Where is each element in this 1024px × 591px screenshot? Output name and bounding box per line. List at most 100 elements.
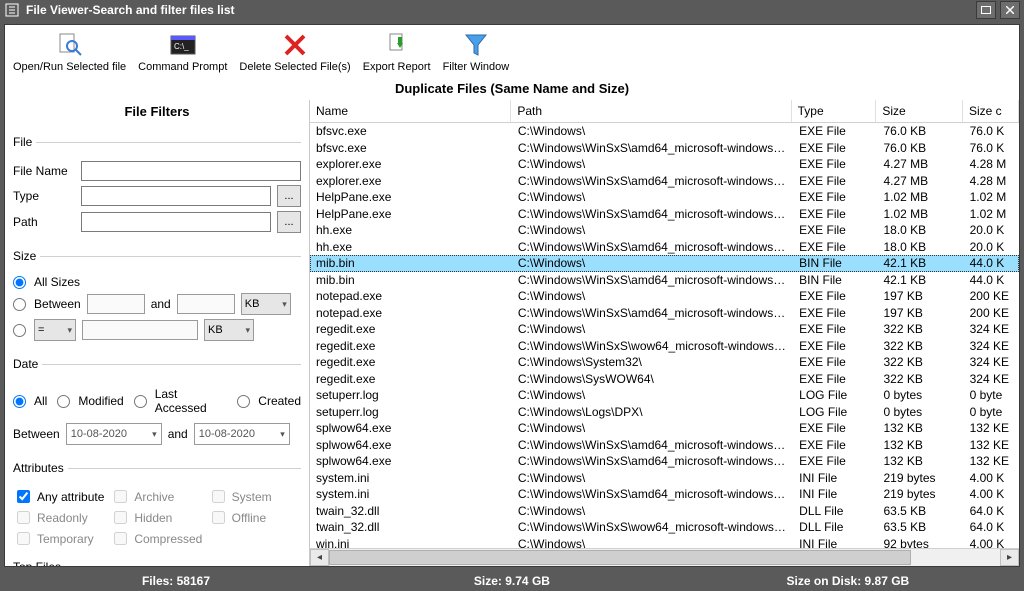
attr-system-checkbox[interactable] <box>212 490 225 503</box>
date-from-picker[interactable]: 10-08-2020▾ <box>66 423 162 445</box>
status-size: Size: 9.74 GB <box>344 574 680 588</box>
open-run-button[interactable]: Open/Run Selected file <box>9 29 130 73</box>
size-between-label: Between <box>34 297 81 311</box>
cell-sod: 44.0 K <box>964 273 1019 287</box>
chevron-down-icon: ▾ <box>280 429 285 440</box>
type-input[interactable] <box>81 186 271 206</box>
attr-archive-checkbox[interactable] <box>114 490 127 503</box>
type-browse-button[interactable]: ... <box>277 185 301 207</box>
table-row[interactable]: setuperr.logC:\Windows\Logs\DPX\LOG File… <box>310 404 1019 421</box>
status-disk: Size on Disk: 9.87 GB <box>680 574 1016 588</box>
chevron-down-icon: ▾ <box>152 429 157 440</box>
table-row[interactable]: twain_32.dllC:\Windows\DLL File63.5 KB64… <box>310 503 1019 520</box>
table-row[interactable]: win.iniC:\Windows\INI File92 bytes4.00 K <box>310 536 1019 549</box>
table-row[interactable]: regedit.exeC:\Windows\WinSxS\wow64_micro… <box>310 338 1019 355</box>
grid-body[interactable]: bfsvc.exeC:\Windows\EXE File76.0 KB76.0 … <box>310 123 1019 548</box>
cell-sod: 132 KE <box>964 438 1019 452</box>
cell-sod: 4.00 K <box>964 471 1019 485</box>
date-lastaccessed-radio[interactable] <box>134 395 147 408</box>
cell-name: twain_32.dll <box>310 504 512 518</box>
path-browse-button[interactable]: ... <box>277 211 301 233</box>
size-from-input[interactable] <box>87 294 145 314</box>
horizontal-scrollbar[interactable]: ◂ ▸ <box>310 548 1019 566</box>
cell-size: 132 KB <box>877 438 963 452</box>
size-between-radio[interactable] <box>13 298 26 311</box>
terminal-icon: C:\_ <box>169 31 197 59</box>
attr-any-checkbox[interactable] <box>17 490 30 503</box>
table-row[interactable]: notepad.exeC:\Windows\EXE File197 KB200 … <box>310 288 1019 305</box>
filter-window-button[interactable]: Filter Window <box>439 29 514 73</box>
table-row[interactable]: splwow64.exeC:\Windows\WinSxS\amd64_micr… <box>310 437 1019 454</box>
table-row[interactable]: regedit.exeC:\Windows\SysWOW64\EXE File3… <box>310 371 1019 388</box>
cell-path: C:\Windows\ <box>512 322 793 336</box>
export-report-button[interactable]: Export Report <box>359 29 435 73</box>
size-compare-radio[interactable] <box>13 324 26 337</box>
size-compare-select[interactable]: =▾ <box>34 319 76 341</box>
table-row[interactable]: explorer.exeC:\Windows\WinSxS\amd64_micr… <box>310 173 1019 190</box>
table-row[interactable]: system.iniC:\Windows\INI File219 bytes4.… <box>310 470 1019 487</box>
table-row[interactable]: bfsvc.exeC:\Windows\WinSxS\amd64_microso… <box>310 140 1019 157</box>
table-row[interactable]: explorer.exeC:\Windows\EXE File4.27 MB4.… <box>310 156 1019 173</box>
col-type[interactable]: Type <box>792 100 877 122</box>
cell-path: C:\Windows\ <box>512 537 793 548</box>
table-row[interactable]: splwow64.exeC:\Windows\EXE File132 KB132… <box>310 420 1019 437</box>
table-row[interactable]: regedit.exeC:\Windows\EXE File322 KB324 … <box>310 321 1019 338</box>
attr-temporary-checkbox[interactable] <box>17 532 30 545</box>
table-row[interactable]: mib.binC:\Windows\WinSxS\amd64_microsoft… <box>310 272 1019 289</box>
size-unit-select-2[interactable]: KB▾ <box>204 319 254 341</box>
command-prompt-button[interactable]: C:\_ Command Prompt <box>134 29 231 73</box>
cell-sod: 324 KE <box>964 322 1019 336</box>
col-size[interactable]: Size <box>876 100 963 122</box>
scroll-right-button[interactable]: ▸ <box>1000 549 1019 566</box>
delete-button[interactable]: Delete Selected File(s) <box>235 29 354 73</box>
cell-type: EXE File <box>793 306 877 320</box>
table-row[interactable]: notepad.exeC:\Windows\WinSxS\amd64_micro… <box>310 305 1019 322</box>
attr-readonly-checkbox[interactable] <box>17 511 30 524</box>
window-close-button[interactable] <box>1000 1 1020 19</box>
date-created-radio[interactable] <box>237 395 250 408</box>
toolbar-label: Delete Selected File(s) <box>239 61 350 73</box>
cell-name: splwow64.exe <box>310 438 512 452</box>
cell-name: splwow64.exe <box>310 454 512 468</box>
cell-path: C:\Windows\ <box>512 471 793 485</box>
cell-type: LOG File <box>793 388 877 402</box>
table-row[interactable]: splwow64.exeC:\Windows\WinSxS\amd64_micr… <box>310 453 1019 470</box>
path-input[interactable] <box>81 212 271 232</box>
size-and-label: and <box>151 297 171 311</box>
table-row[interactable]: system.iniC:\Windows\WinSxS\amd64_micros… <box>310 486 1019 503</box>
cell-size: 92 bytes <box>877 537 963 548</box>
table-row[interactable]: HelpPane.exeC:\Windows\WinSxS\amd64_micr… <box>310 206 1019 223</box>
date-to-picker[interactable]: 10-08-2020▾ <box>194 423 290 445</box>
cell-name: HelpPane.exe <box>310 190 512 204</box>
window-maximize-button[interactable] <box>976 1 996 19</box>
attr-hidden-checkbox[interactable] <box>114 511 127 524</box>
col-name[interactable]: Name <box>310 100 511 122</box>
size-compare-input[interactable] <box>82 320 198 340</box>
table-row[interactable]: twain_32.dllC:\Windows\WinSxS\wow64_micr… <box>310 519 1019 536</box>
col-path[interactable]: Path <box>511 100 791 122</box>
size-to-input[interactable] <box>177 294 235 314</box>
table-row[interactable]: hh.exeC:\Windows\WinSxS\amd64_microsoft-… <box>310 239 1019 256</box>
table-row[interactable]: HelpPane.exeC:\Windows\EXE File1.02 MB1.… <box>310 189 1019 206</box>
size-all-radio[interactable] <box>13 276 26 289</box>
table-row[interactable]: hh.exeC:\Windows\EXE File18.0 KB20.0 K <box>310 222 1019 239</box>
attr-compressed-checkbox[interactable] <box>114 532 127 545</box>
filename-input[interactable] <box>81 161 301 181</box>
table-row[interactable]: bfsvc.exeC:\Windows\EXE File76.0 KB76.0 … <box>310 123 1019 140</box>
scroll-track[interactable] <box>329 550 1000 565</box>
cell-sod: 20.0 K <box>964 240 1019 254</box>
date-all-radio[interactable] <box>13 395 26 408</box>
table-row[interactable]: setuperr.logC:\Windows\LOG File0 bytes0 … <box>310 387 1019 404</box>
size-unit-select-1[interactable]: KB▾ <box>241 293 291 315</box>
scroll-thumb[interactable] <box>329 550 911 565</box>
table-row[interactable]: mib.binC:\Windows\BIN File42.1 KB44.0 K <box>310 255 1019 272</box>
date-modified-radio[interactable] <box>57 395 70 408</box>
cell-path: C:\Windows\WinSxS\amd64_microsoft-window… <box>512 454 793 468</box>
col-size-on-disk[interactable]: Size c <box>963 100 1019 122</box>
scroll-left-button[interactable]: ◂ <box>310 549 329 566</box>
table-row[interactable]: regedit.exeC:\Windows\System32\EXE File3… <box>310 354 1019 371</box>
attr-offline-checkbox[interactable] <box>212 511 225 524</box>
cell-name: notepad.exe <box>310 306 512 320</box>
cell-name: regedit.exe <box>310 372 512 386</box>
toolbar-label: Open/Run Selected file <box>13 61 126 73</box>
